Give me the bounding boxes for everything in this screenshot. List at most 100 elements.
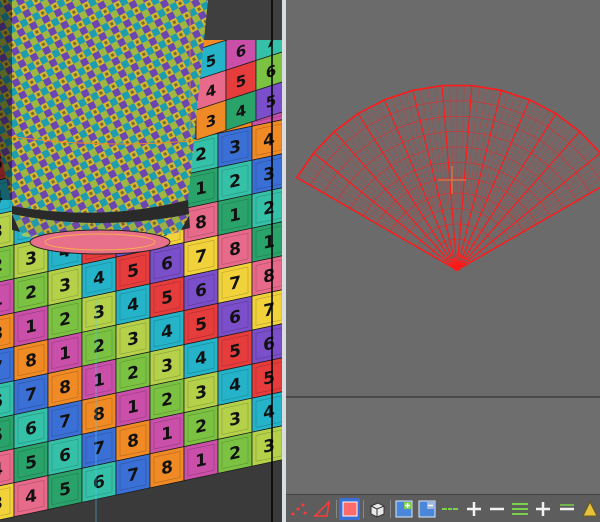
svg-text:7: 7	[59, 411, 71, 433]
svg-text:5: 5	[236, 71, 246, 92]
svg-text:6: 6	[266, 61, 276, 82]
svg-text:8: 8	[25, 350, 37, 372]
toolbar-separator	[389, 499, 391, 518]
svg-text:1: 1	[263, 231, 275, 253]
remove-tool[interactable]	[557, 498, 577, 520]
svg-text:4: 4	[236, 101, 246, 122]
zoom-in-tool[interactable]	[464, 498, 484, 520]
checker-tile: 7	[251, 288, 282, 331]
warning-icon	[582, 500, 598, 516]
object-mode-tool[interactable]	[367, 498, 387, 520]
svg-text:8: 8	[195, 212, 207, 234]
cube-icon	[370, 501, 385, 518]
svg-text:5: 5	[195, 314, 207, 336]
checker-tile: 5	[251, 356, 282, 399]
svg-text:5: 5	[0, 425, 3, 447]
checker-tile: 3	[251, 152, 282, 195]
svg-text:2: 2	[195, 416, 207, 438]
svg-text:6: 6	[236, 41, 246, 62]
svg-text:2: 2	[161, 389, 173, 411]
svg-text:2: 2	[0, 255, 3, 277]
uv-toolbar	[286, 494, 600, 522]
face-select-tool[interactable]	[312, 498, 332, 520]
svg-text:4: 4	[263, 401, 275, 423]
svg-text:7: 7	[195, 246, 207, 268]
grid-add-tool[interactable]	[394, 498, 414, 520]
svg-text:8: 8	[229, 239, 241, 261]
svg-text:5: 5	[206, 51, 216, 72]
uv-wireframe	[295, 84, 600, 271]
line-spacing-tool[interactable]	[440, 498, 460, 520]
svg-text:3: 3	[263, 163, 275, 185]
svg-text:1: 1	[0, 289, 3, 311]
3d-viewport[interactable]: 5678123454567812343456781232345678121234…	[0, 0, 282, 522]
svg-text:4: 4	[229, 375, 241, 397]
svg-text:3: 3	[25, 248, 37, 270]
plus-icon	[466, 501, 481, 516]
svg-text:1: 1	[161, 423, 173, 445]
plus-icon	[536, 501, 551, 516]
vertex-select-tool[interactable]	[289, 498, 309, 520]
dots-icon	[291, 503, 307, 515]
checker-tile: 8	[251, 254, 282, 297]
svg-text:1: 1	[195, 450, 207, 472]
svg-text:8: 8	[59, 377, 71, 399]
svg-text:7: 7	[25, 384, 37, 406]
grid-remove-tool[interactable]	[417, 498, 437, 520]
svg-text:1: 1	[25, 316, 37, 338]
svg-text:1: 1	[229, 205, 241, 227]
zoom-out-tool[interactable]	[487, 498, 507, 520]
svg-text:5: 5	[263, 367, 275, 389]
svg-text:5: 5	[266, 91, 276, 112]
lines-icon	[512, 502, 529, 515]
toolbar-separator	[362, 499, 364, 518]
svg-text:7: 7	[127, 464, 139, 486]
uv-editor-panel[interactable]	[286, 0, 600, 522]
svg-text:3: 3	[0, 493, 3, 515]
svg-text:3: 3	[161, 355, 173, 377]
checker-tile: 6	[251, 322, 282, 365]
svg-text:2: 2	[263, 197, 275, 219]
checker-tile: 1	[183, 438, 219, 482]
grid-plus-icon	[395, 500, 413, 517]
minus-icon	[489, 507, 504, 510]
svg-text:1: 1	[59, 343, 71, 365]
square-fill-icon	[342, 501, 358, 516]
svg-text:8: 8	[263, 265, 275, 287]
lines-tool[interactable]	[510, 498, 530, 520]
svg-text:3: 3	[0, 221, 3, 243]
warning-tool[interactable]	[580, 498, 600, 520]
viewport-canvas[interactable]: 5678123454567812343456781232345678121234…	[0, 0, 282, 522]
svg-text:3: 3	[195, 382, 207, 404]
triangle-icon	[313, 499, 331, 517]
add-tool[interactable]	[533, 498, 553, 520]
checker-tile: 8	[149, 446, 185, 489]
svg-text:6: 6	[59, 445, 71, 467]
svg-text:2: 2	[127, 362, 139, 384]
svg-text:5: 5	[161, 287, 173, 309]
dashes-icon	[442, 507, 459, 510]
toolbar-separator	[335, 499, 337, 518]
svg-text:5: 5	[127, 260, 139, 282]
svg-text:2: 2	[195, 144, 207, 166]
svg-text:3: 3	[93, 302, 105, 324]
checker-tile: 3	[251, 424, 282, 467]
svg-text:4: 4	[127, 294, 139, 316]
minus-icon	[559, 503, 574, 510]
svg-text:7: 7	[93, 438, 105, 460]
svg-text:8: 8	[0, 323, 3, 345]
checker-tile: 5	[47, 467, 83, 511]
fill-mode-tool[interactable]	[339, 497, 360, 520]
uv-canvas[interactable]	[286, 0, 600, 396]
checker-tile: 2	[217, 431, 253, 474]
svg-text:7: 7	[263, 299, 275, 321]
svg-text:2: 2	[93, 336, 105, 358]
svg-text:3: 3	[206, 111, 216, 132]
svg-text:4: 4	[263, 129, 275, 151]
svg-text:6: 6	[93, 472, 105, 494]
svg-text:8: 8	[161, 457, 173, 479]
svg-text:5: 5	[25, 452, 37, 474]
svg-text:2: 2	[229, 171, 241, 193]
svg-text:3: 3	[229, 409, 241, 431]
svg-text:8: 8	[127, 430, 139, 452]
